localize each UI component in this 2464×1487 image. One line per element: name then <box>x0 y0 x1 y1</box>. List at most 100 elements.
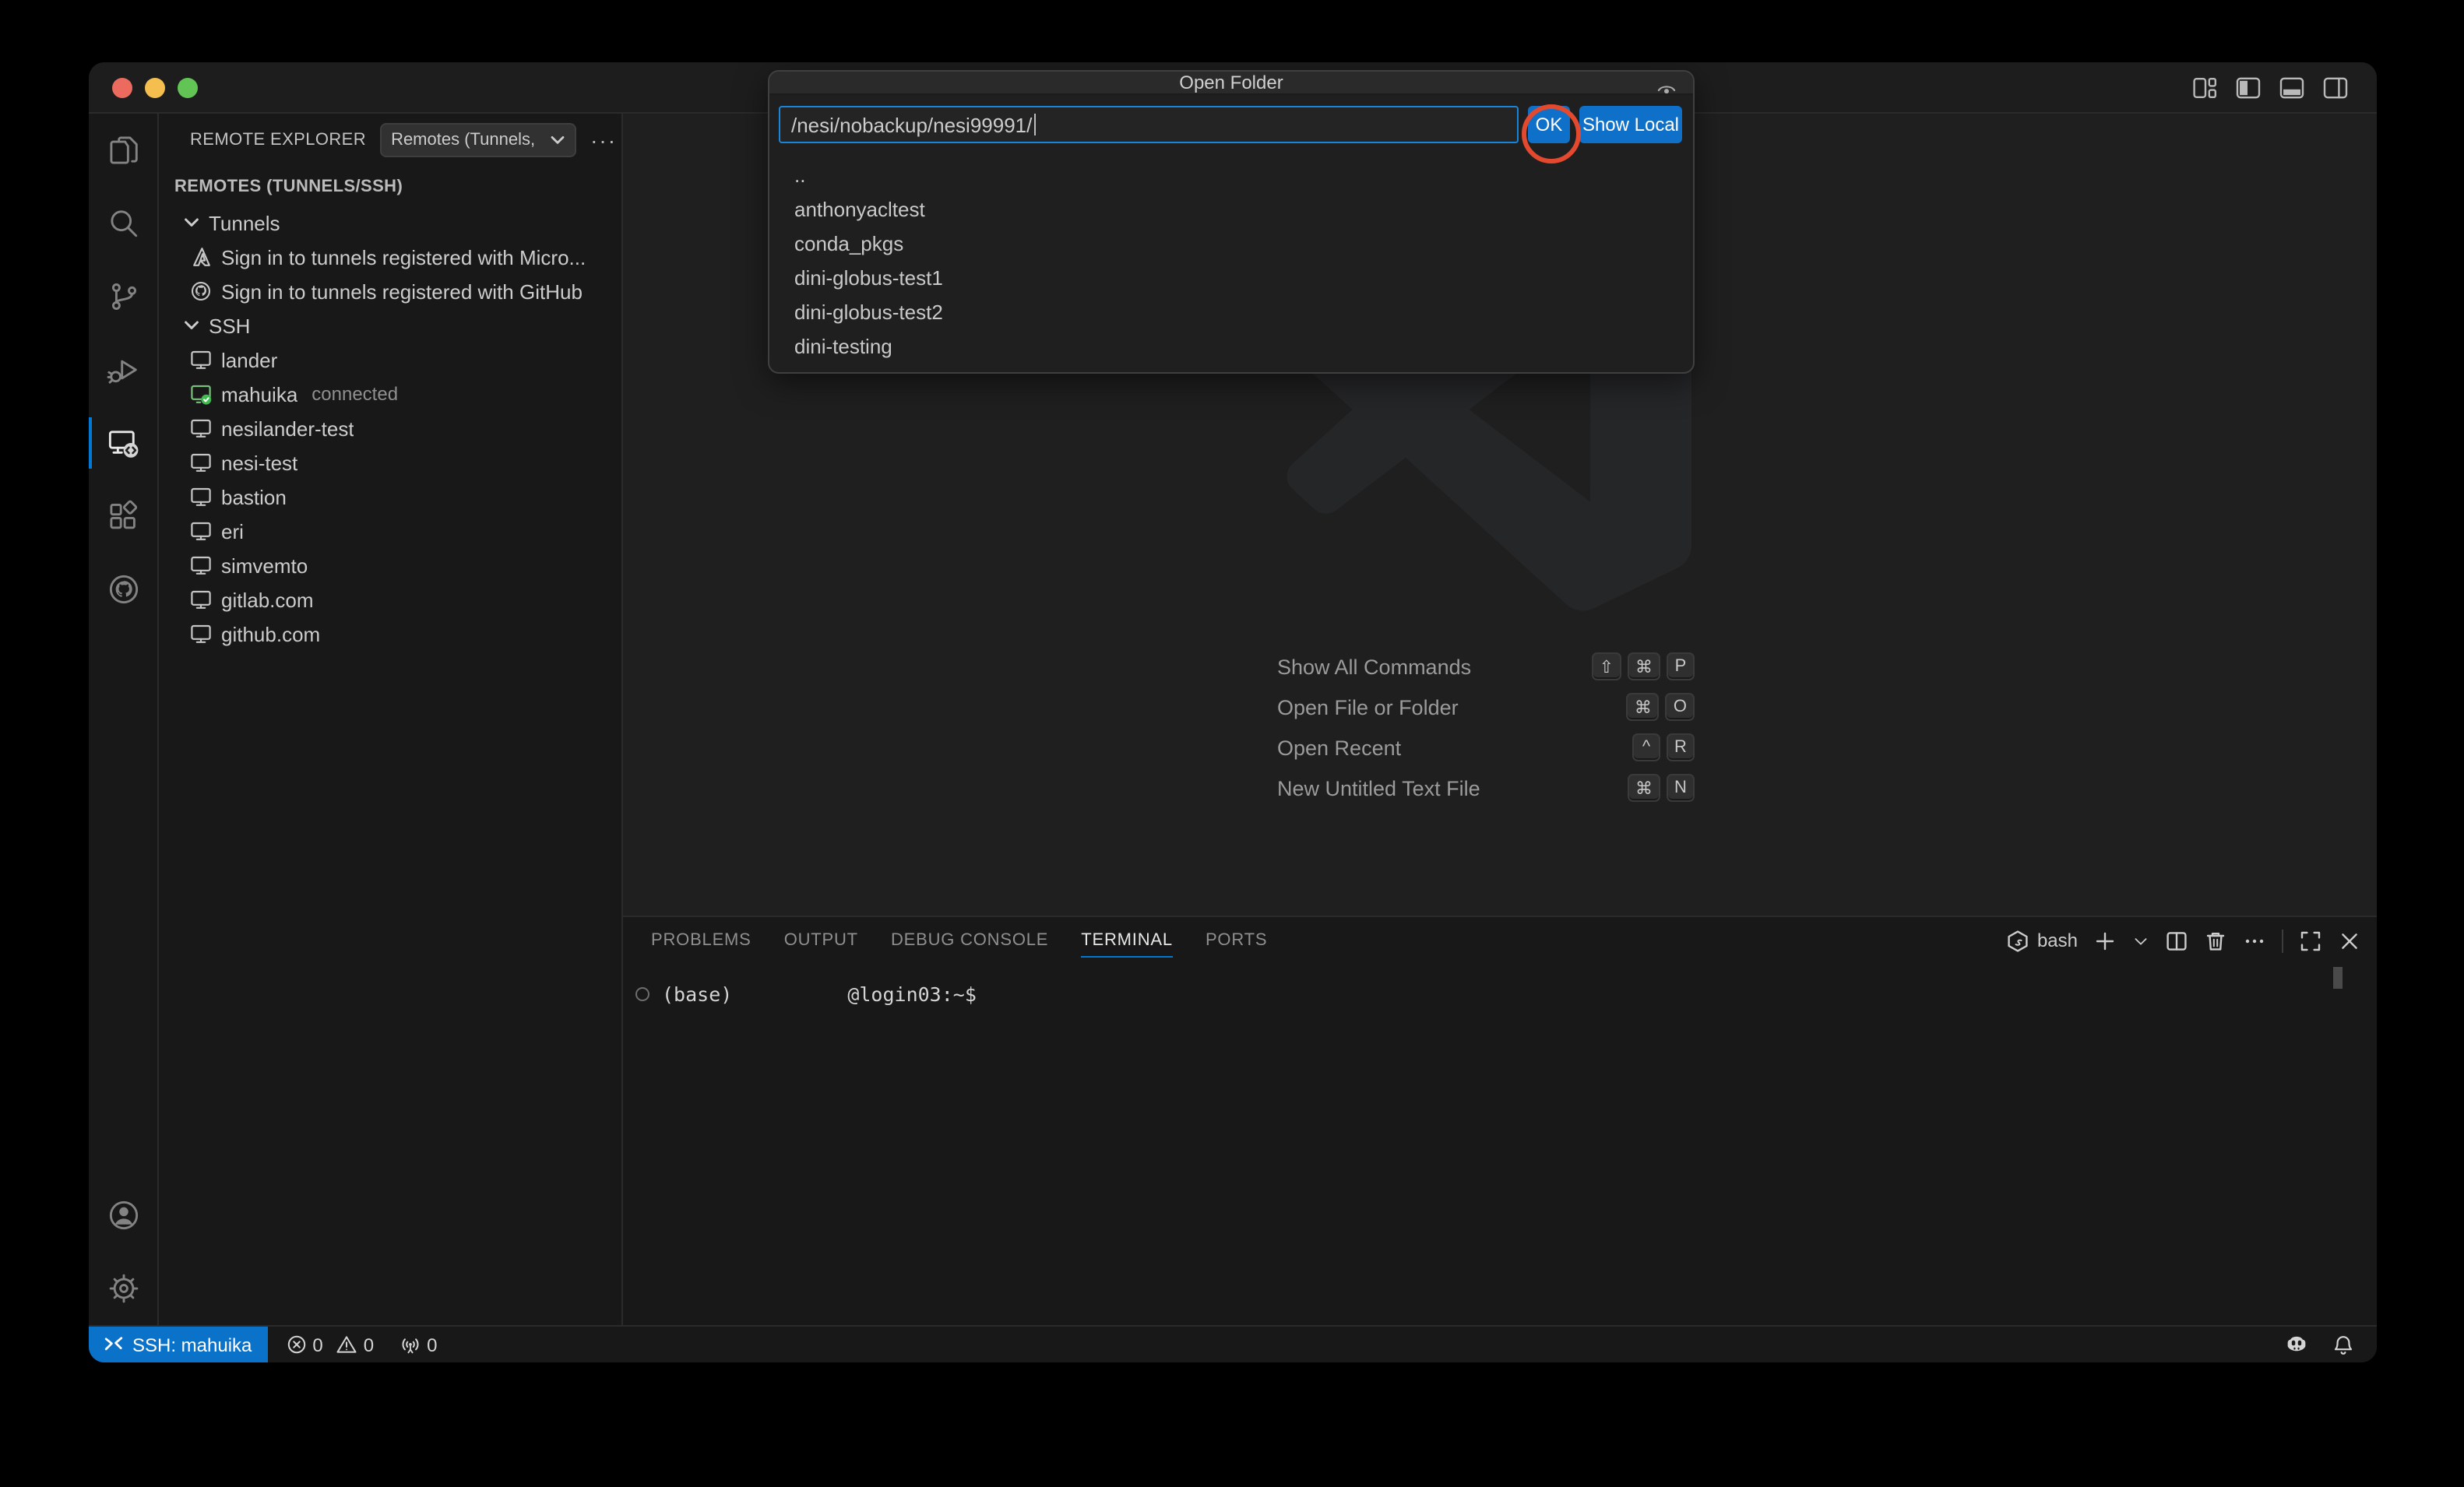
remote-type-picker[interactable]: Remotes (Tunnels, <box>380 122 576 156</box>
terminal-viewport[interactable]: (base) @login03:~$ <box>623 964 2377 1006</box>
tree-item-mahuika[interactable]: mahuika connected <box>159 377 621 411</box>
watermark-shortcuts: Show All Commands ⇧⌘P Open File or Folde… <box>1277 646 1695 808</box>
titlebar-layout-controls <box>2191 75 2349 101</box>
kill-terminal-icon[interactable] <box>2204 929 2227 952</box>
remote-explorer-sidebar: REMOTE EXPLORER Remotes (Tunnels, ··· RE… <box>159 114 623 1325</box>
settings-button[interactable] <box>89 1252 157 1325</box>
folder-item[interactable]: dini-testing <box>769 329 1693 363</box>
sidebar-item-remote-explorer[interactable] <box>89 406 157 480</box>
sidebar-section-header[interactable]: REMOTES (TUNNELS/SSH) <box>159 165 621 206</box>
panel-header: PROBLEMS OUTPUT DEBUG CONSOLE TERMINAL P… <box>623 917 2377 964</box>
sidebar-item-explorer[interactable] <box>89 114 157 187</box>
folder-item[interactable]: conda_pkgs <box>769 226 1693 260</box>
tree-item-bastion[interactable]: bastion <box>159 480 621 514</box>
tree-item-github-com[interactable]: github.com <box>159 617 621 651</box>
tab-output[interactable]: OUTPUT <box>784 917 858 964</box>
folder-item[interactable]: dini-globus-test2 <box>769 294 1693 329</box>
problems-status[interactable]: 0 0 <box>286 1327 374 1362</box>
vm-icon <box>190 417 212 439</box>
copilot-icon[interactable] <box>2285 1334 2308 1355</box>
vm-icon <box>190 486 212 508</box>
tree-item-nesilander-test[interactable]: nesilander-test <box>159 411 621 445</box>
tree-item-signin-microsoft[interactable]: Sign in to tunnels registered with Micro… <box>159 240 621 274</box>
terminal-prompt-line: (base) @login03:~$ <box>635 983 2377 1006</box>
error-count: 0 <box>312 1334 322 1355</box>
show-local-button[interactable]: Show Local <box>1579 106 1682 143</box>
activity-bar <box>89 114 159 1325</box>
panel-tabs: PROBLEMS OUTPUT DEBUG CONSOLE TERMINAL P… <box>651 917 1267 964</box>
shortcut-row: Open File or Folder ⌘O <box>1277 687 1695 727</box>
close-panel-icon[interactable] <box>2338 929 2361 952</box>
error-icon <box>286 1334 306 1355</box>
folder-path-value: /nesi/nobackup/nesi99991/ <box>791 113 1032 136</box>
tree-item-gitlab[interactable]: gitlab.com <box>159 582 621 617</box>
sidebar-item-run-debug[interactable] <box>89 333 157 406</box>
key-cmd: ⌘ <box>1628 774 1660 802</box>
tree-item-eri[interactable]: eri <box>159 514 621 548</box>
tab-terminal[interactable]: TERMINAL <box>1081 917 1173 964</box>
sidebar-item-github[interactable] <box>89 553 157 626</box>
minimize-window-button[interactable] <box>145 78 165 98</box>
annotation-circle-ok <box>1522 104 1581 163</box>
twistie-chevron-icon <box>184 318 199 333</box>
customize-layout-icon[interactable] <box>2191 75 2218 101</box>
eye-icon[interactable] <box>1656 78 1677 100</box>
files-icon <box>105 132 141 168</box>
toggle-primary-sidebar-icon[interactable] <box>2235 75 2262 101</box>
tree-item-tunnels[interactable]: Tunnels <box>159 206 621 240</box>
active-terminal-chip[interactable]: bash <box>2006 929 2078 952</box>
close-window-button[interactable] <box>112 78 132 98</box>
more-actions-icon[interactable] <box>2243 929 2266 952</box>
key-ctrl: ^ <box>1632 733 1660 761</box>
sidebar-more-actions-button[interactable]: ··· <box>590 132 617 147</box>
toggle-panel-icon[interactable] <box>2279 75 2305 101</box>
key-p: P <box>1667 652 1695 680</box>
key-cmd: ⌘ <box>1628 652 1660 680</box>
sidebar-item-source-control[interactable] <box>89 260 157 333</box>
conda-env: (base) <box>662 983 732 1006</box>
toggle-secondary-sidebar-icon[interactable] <box>2322 75 2349 101</box>
folder-item[interactable]: dini-globus-test1 <box>769 260 1693 294</box>
new-terminal-icon[interactable] <box>2093 929 2117 952</box>
dialog-titlebar[interactable]: Open Folder <box>769 72 1693 95</box>
key-o: O <box>1666 693 1695 721</box>
ports-status[interactable]: 0 <box>400 1327 437 1362</box>
zoom-window-button[interactable] <box>178 78 198 98</box>
key-cmd: ⌘ <box>1627 693 1660 721</box>
vm-icon <box>190 589 212 610</box>
terminal-dropdown-chevron-icon[interactable] <box>2132 929 2149 952</box>
split-terminal-icon[interactable] <box>2165 929 2188 952</box>
tab-debug-console[interactable]: DEBUG CONSOLE <box>891 917 1048 964</box>
sidebar-item-extensions[interactable] <box>89 480 157 553</box>
folder-suggestion-list: .. anthonyacltest conda_pkgs dini-globus… <box>769 149 1693 372</box>
tree-item-signin-github[interactable]: Sign in to tunnels registered with GitHu… <box>159 274 621 308</box>
tree-item-lander[interactable]: lander <box>159 343 621 377</box>
accounts-button[interactable] <box>89 1179 157 1252</box>
tab-problems[interactable]: PROBLEMS <box>651 917 752 964</box>
run-debug-icon <box>105 352 141 388</box>
tree-item-ssh[interactable]: SSH <box>159 308 621 343</box>
account-icon <box>105 1197 141 1233</box>
vm-icon <box>190 349 212 371</box>
tree-item-simvemto[interactable]: simvemto <box>159 548 621 582</box>
shell-label: bash <box>2037 930 2078 951</box>
notifications-bell-icon[interactable] <box>2332 1334 2355 1355</box>
tree-item-nesi-test[interactable]: nesi-test <box>159 445 621 480</box>
remote-label: SSH: mahuika <box>132 1334 252 1355</box>
folder-path-input[interactable]: /nesi/nobackup/nesi99991/ <box>779 106 1519 143</box>
warning-count: 0 <box>364 1334 374 1355</box>
traffic-lights <box>112 78 198 98</box>
vm-icon <box>190 554 212 576</box>
terminal-scrollbar-thumb[interactable] <box>2333 967 2343 989</box>
tab-ports[interactable]: PORTS <box>1206 917 1267 964</box>
sidebar-item-search[interactable] <box>89 187 157 260</box>
folder-item[interactable]: anthonyacltest <box>769 192 1693 226</box>
maximize-panel-icon[interactable] <box>2299 929 2322 952</box>
azure-icon <box>190 246 212 268</box>
text-caret <box>1033 114 1036 135</box>
status-bar-right <box>2285 1327 2377 1362</box>
remote-indicator[interactable]: SSH: mahuika <box>89 1327 267 1362</box>
extensions-icon <box>105 498 141 534</box>
vm-icon <box>190 520 212 542</box>
shortcut-row: Show All Commands ⇧⌘P <box>1277 646 1695 687</box>
